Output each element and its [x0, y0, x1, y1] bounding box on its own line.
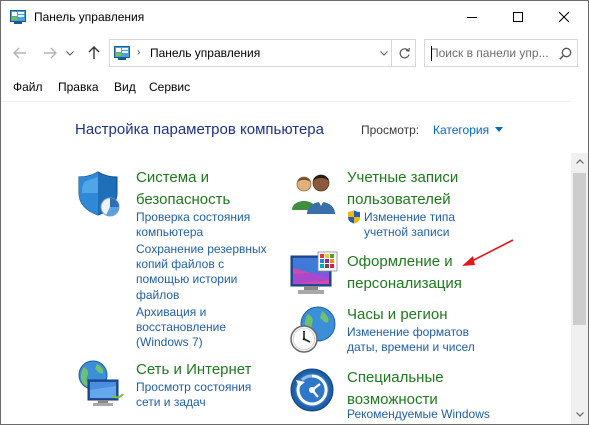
caret-down-icon[interactable]	[495, 127, 503, 132]
view-by-label: Просмотр:	[361, 123, 420, 137]
annotation-arrow-icon	[462, 239, 514, 266]
category-ease-of-access-title-line1[interactable]: Специальные	[347, 368, 444, 387]
category-system-security-title-line2[interactable]: безопасность	[136, 190, 230, 209]
content-area: Настройка параметров компьютера Просмотр…	[1, 101, 571, 424]
category-appearance-title-line2[interactable]: персонализация	[347, 274, 462, 293]
link-file-history-line3[interactable]: помощью истории	[136, 272, 237, 287]
view-by-dropdown[interactable]: Категория	[433, 123, 489, 137]
menu-view[interactable]: Вид	[114, 80, 136, 94]
recent-locations-button[interactable]	[64, 44, 76, 62]
link-backup-restore-line2[interactable]: восстановление	[136, 320, 226, 335]
control-panel-window: Панель управления › Панель управления По…	[0, 0, 589, 425]
menu-file[interactable]: Файл	[13, 80, 43, 94]
user-accounts-icon[interactable]	[290, 170, 338, 218]
link-check-status-line1[interactable]: Проверка состояния	[136, 210, 250, 225]
link-recommended-settings[interactable]: Рекомендуемые Windows	[347, 407, 490, 422]
scroll-down-icon	[575, 412, 584, 417]
chevron-down-icon	[380, 50, 388, 56]
scroll-up-button[interactable]	[571, 153, 588, 170]
address-bar[interactable]: › Панель управления	[109, 39, 416, 67]
search-button[interactable]	[552, 40, 578, 66]
link-change-formats-line2[interactable]: даты, времени и чисел	[347, 340, 475, 355]
link-change-account-type-line1[interactable]: Изменение типа	[364, 210, 455, 225]
appearance-personalization-icon[interactable]	[290, 250, 338, 298]
link-network-status-line1[interactable]: Просмотр состояния	[136, 380, 251, 395]
arrow-up-icon	[88, 46, 100, 59]
up-button[interactable]	[85, 44, 103, 62]
title-bar: Панель управления	[1, 1, 588, 33]
arrow-right-icon	[44, 47, 57, 59]
menu-edit[interactable]: Правка	[58, 80, 99, 94]
navigation-bar: › Панель управления	[1, 37, 588, 69]
refresh-button[interactable]	[391, 40, 416, 66]
maximize-button[interactable]	[495, 1, 541, 32]
ease-of-access-icon[interactable]	[290, 366, 338, 414]
back-button[interactable]	[11, 44, 29, 62]
arrow-left-icon	[13, 47, 26, 59]
breadcrumb[interactable]: Панель управления	[150, 46, 260, 60]
address-history-button[interactable]	[377, 40, 391, 66]
scroll-up-icon	[575, 159, 584, 164]
link-file-history-line2[interactable]: копий файлов с	[136, 257, 224, 272]
link-backup-restore-line1[interactable]: Архивация и	[136, 305, 206, 320]
menu-bar: Файл Правка Вид Сервис	[1, 77, 588, 97]
network-internet-icon[interactable]	[76, 360, 124, 408]
link-network-status-line2[interactable]: сети и задач	[136, 395, 206, 410]
link-change-account-type-line2[interactable]: учетной записи	[364, 225, 449, 240]
control-panel-icon	[10, 10, 26, 24]
link-backup-restore-line3[interactable]: (Windows 7)	[136, 335, 203, 350]
text-cursor	[431, 46, 432, 61]
maximize-icon	[513, 11, 523, 22]
category-user-accounts-title-line1[interactable]: Учетные записи	[347, 168, 458, 187]
link-change-formats-line1[interactable]: Изменение форматов	[347, 325, 469, 340]
search-icon	[558, 47, 571, 60]
link-file-history-line4[interactable]: файлов	[136, 288, 179, 303]
chevron-down-icon	[66, 50, 74, 56]
breadcrumb-separator-icon[interactable]: ›	[137, 47, 140, 58]
link-check-status-line2[interactable]: компьютера	[136, 225, 203, 240]
category-user-accounts-title-line2[interactable]: пользователей	[347, 190, 451, 209]
category-network-internet-title[interactable]: Сеть и Интернет	[136, 360, 252, 379]
vertical-scrollbar[interactable]	[571, 153, 588, 424]
category-system-security-title-line1[interactable]: Система и	[136, 168, 209, 187]
refresh-icon	[399, 47, 410, 58]
scroll-down-button[interactable]	[571, 406, 588, 423]
scroll-thumb[interactable]	[573, 173, 586, 325]
close-icon	[559, 11, 569, 22]
forward-button[interactable]	[41, 44, 59, 62]
category-appearance-title-line1[interactable]: Оформление и	[347, 252, 453, 271]
minimize-icon	[467, 16, 477, 18]
category-clock-region-title[interactable]: Часы и регион	[347, 305, 448, 324]
search-input[interactable]	[430, 44, 548, 62]
window-title: Панель управления	[34, 10, 145, 24]
page-title: Настройка параметров компьютера	[75, 121, 324, 138]
minimize-button[interactable]	[449, 1, 495, 32]
uac-shield-icon	[348, 210, 360, 224]
clock-region-icon[interactable]	[290, 306, 338, 354]
close-button[interactable]	[541, 1, 587, 32]
control-panel-icon	[114, 46, 130, 60]
menu-tools[interactable]: Сервис	[149, 80, 190, 94]
shield-icon[interactable]	[76, 169, 124, 217]
search-box[interactable]	[424, 39, 578, 67]
link-file-history-line1[interactable]: Сохранение резервных	[136, 242, 267, 257]
